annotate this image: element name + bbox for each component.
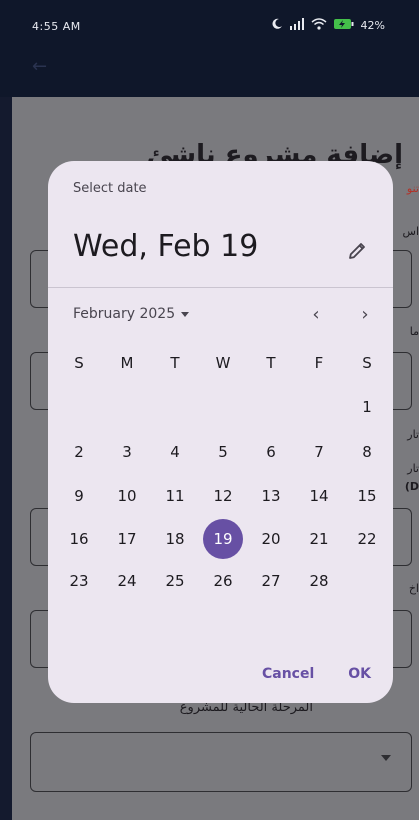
calendar-day[interactable]: 6	[247, 432, 295, 472]
calendar-week-row: 16 17 18 19 20 21 22	[55, 519, 391, 559]
calendar-day[interactable]: 16	[55, 519, 103, 559]
dialog-divider	[48, 287, 393, 288]
weekday-label: W	[215, 354, 231, 372]
calendar-week-row: 2 3 4 5 6 7 8	[55, 432, 391, 472]
calendar-day	[343, 561, 391, 601]
calendar-week-row: 9 10 11 12 13 14 15	[55, 476, 391, 516]
calendar-day[interactable]: 10	[103, 476, 151, 516]
moon-icon	[271, 18, 283, 33]
label-fragment-choose: اخ	[408, 582, 419, 595]
weekday-header-row: S M T W T F S	[55, 354, 391, 372]
calendar-day[interactable]: 26	[199, 561, 247, 601]
label-fragment-desc: ما	[409, 325, 419, 338]
calendar-day[interactable]: 14	[295, 476, 343, 516]
calendar-day[interactable]: 7	[295, 432, 343, 472]
calendar-day	[55, 387, 103, 427]
calendar-day[interactable]: 18	[151, 519, 199, 559]
calendar-day[interactable]: 12	[199, 476, 247, 516]
calendar-day[interactable]: 11	[151, 476, 199, 516]
status-bar: 4:55 AM 42%	[0, 0, 419, 44]
calendar-day	[103, 387, 151, 427]
calendar-day[interactable]: 22	[343, 519, 391, 559]
chevron-right-icon[interactable]: ›	[351, 301, 379, 329]
calendar-day[interactable]: 4	[151, 432, 199, 472]
weekday-label: F	[314, 354, 324, 372]
calendar-day[interactable]: 23	[55, 561, 103, 601]
weekday-label: S	[362, 354, 372, 372]
calendar-day[interactable]: 20	[247, 519, 295, 559]
cancel-button[interactable]: Cancel	[262, 666, 314, 682]
calendar-day[interactable]: 24	[103, 561, 151, 601]
calendar-day[interactable]: 25	[151, 561, 199, 601]
calendar-day[interactable]: 28	[295, 561, 343, 601]
calendar-week-row: 23 24 25 26 27 28	[55, 561, 391, 601]
select-project-phase[interactable]	[30, 732, 412, 792]
weekday-label: S	[74, 354, 84, 372]
dropdown-triangle-icon	[181, 311, 190, 317]
label-fragment-name: اس	[402, 225, 419, 238]
calendar-day[interactable]: 9	[55, 476, 103, 516]
calendar-day	[151, 387, 199, 427]
calendar-day	[247, 387, 295, 427]
hint-text-fragment: تنو	[406, 182, 419, 195]
calendar-day[interactable]: 17	[103, 519, 151, 559]
calendar-day[interactable]: 3	[103, 432, 151, 472]
app-bar: ←	[0, 44, 419, 97]
status-time: 4:55 AM	[32, 20, 81, 33]
calendar-day	[295, 387, 343, 427]
calendar-day[interactable]: 13	[247, 476, 295, 516]
chevron-left-icon[interactable]: ‹	[302, 301, 330, 329]
weekday-label: T	[170, 354, 180, 372]
calendar-day[interactable]: 8	[343, 432, 391, 472]
calendar-day[interactable]: 27	[247, 561, 295, 601]
calendar-day	[199, 387, 247, 427]
ok-button[interactable]: OK	[348, 666, 371, 682]
calendar-day[interactable]: 15	[343, 476, 391, 516]
back-arrow-icon[interactable]: ←	[32, 56, 47, 77]
signal-icon	[289, 18, 305, 33]
selected-date-headline: Wed, Feb 19	[73, 229, 259, 264]
label-fragment-format: D)	[404, 480, 419, 493]
weekday-label: M	[120, 354, 134, 372]
label-fragment-date-2: تار	[407, 462, 419, 475]
weekday-label: T	[266, 354, 276, 372]
status-icons: 42%	[271, 18, 385, 33]
dropdown-triangle-icon	[381, 755, 391, 761]
battery-charging-icon	[333, 18, 355, 33]
date-picker-dialog: Select date Wed, Feb 19 February 2025 ‹ …	[48, 161, 393, 703]
dialog-actions: Cancel OK	[262, 666, 371, 682]
calendar-day-selected[interactable]: 19	[199, 519, 247, 559]
month-year-label: February 2025	[73, 306, 176, 322]
calendar-day[interactable]: 21	[295, 519, 343, 559]
wifi-icon	[311, 18, 327, 33]
calendar-day[interactable]: 1	[343, 387, 391, 427]
label-fragment-date: تار	[407, 428, 419, 441]
calendar-day[interactable]: 2	[55, 432, 103, 472]
month-year-selector[interactable]: February 2025	[73, 306, 190, 322]
calendar-week-row: 1	[55, 387, 391, 427]
calendar-day[interactable]: 5	[199, 432, 247, 472]
edit-pencil-icon[interactable]	[343, 237, 371, 265]
dialog-label: Select date	[73, 181, 147, 196]
battery-percent: 42%	[360, 19, 385, 32]
